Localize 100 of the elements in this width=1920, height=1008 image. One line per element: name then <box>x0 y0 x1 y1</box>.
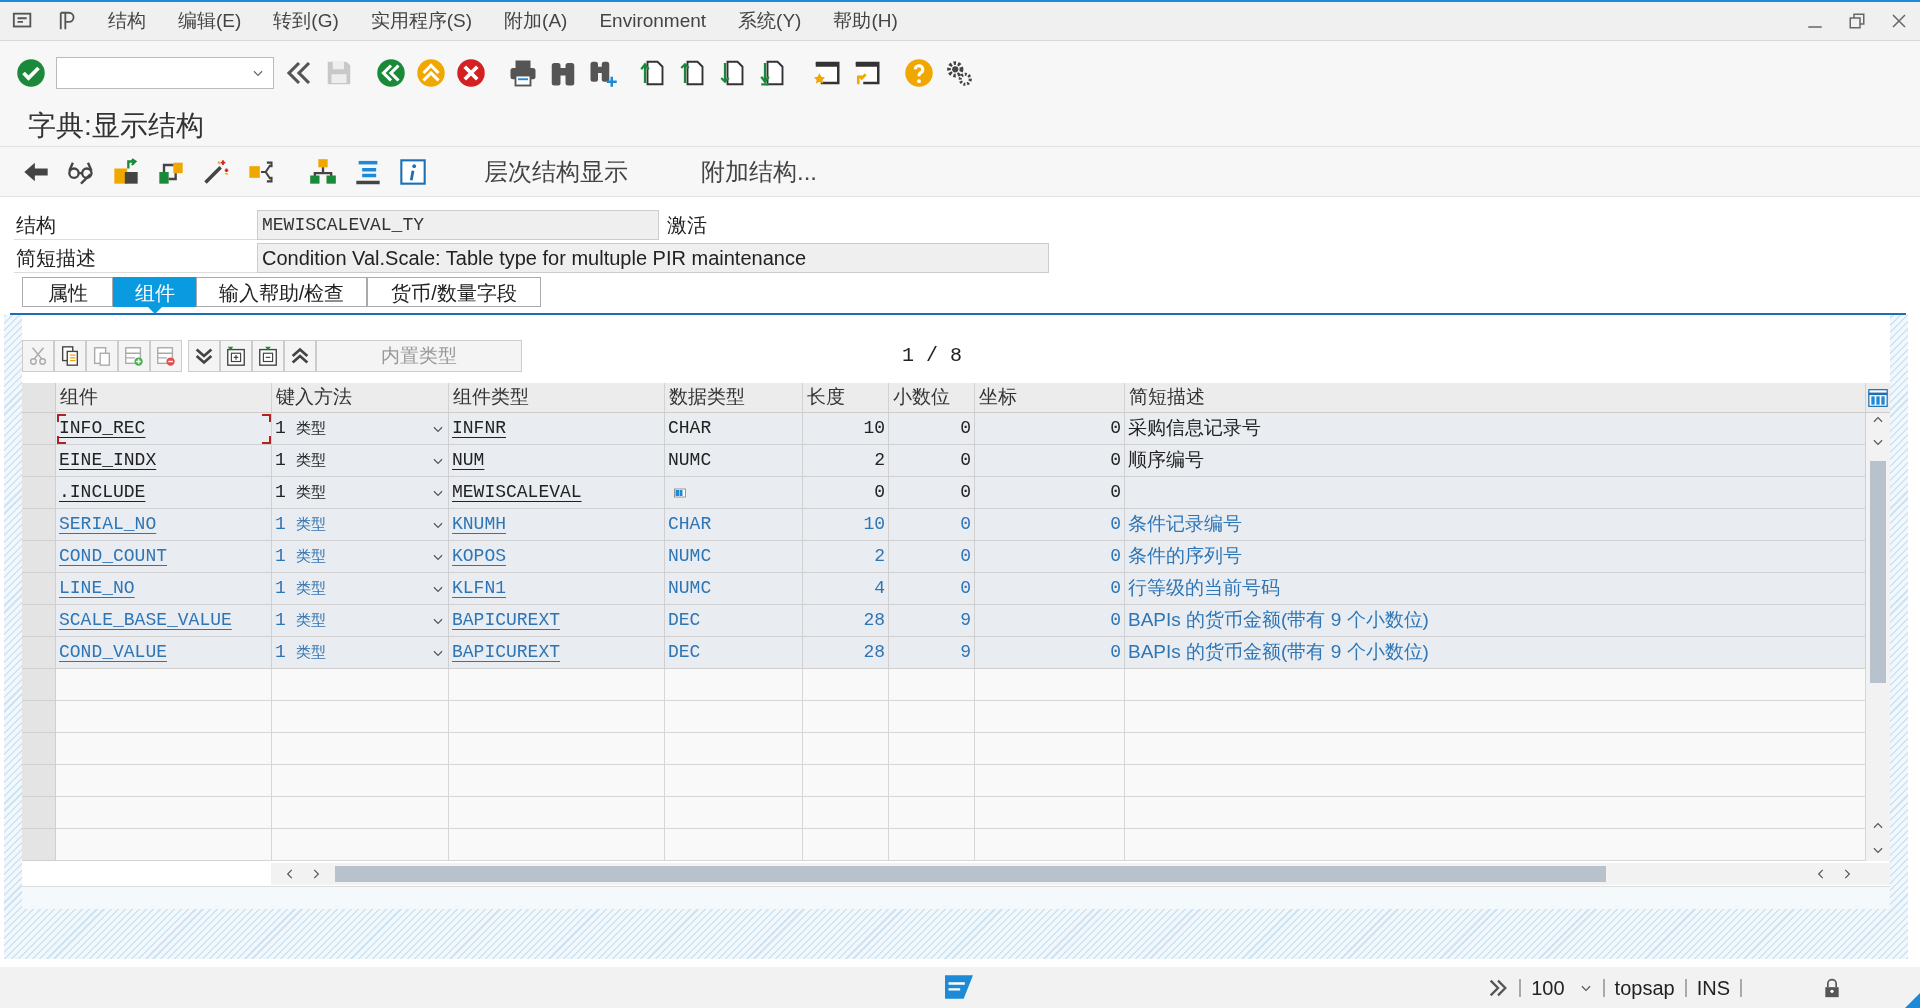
magic-wand-icon[interactable] <box>202 157 230 186</box>
collapse-all-button[interactable] <box>284 340 316 372</box>
expand-node-button[interactable] <box>220 340 252 372</box>
menu-item[interactable]: 系统(Y) <box>734 6 806 36</box>
info-icon[interactable] <box>399 157 427 186</box>
table-row[interactable]: INFO_REC 1 类型 INFNR CHAR 10 0 0 采购信息记录号 <box>22 413 1866 445</box>
column-header[interactable]: 键入方法 <box>276 383 352 412</box>
table-cell-text: 类型 <box>295 482 326 503</box>
column-header[interactable]: 坐标 <box>979 383 1017 412</box>
table-cell-text: BAPIs 的货币金额(带有 9 个小数位) <box>1128 640 1429 665</box>
table-cell-text: 0 <box>1110 641 1121 664</box>
table-cell-text: 条件记录编号 <box>1128 512 1242 537</box>
table-cell-text: 0 <box>960 545 971 568</box>
component-type-link[interactable]: INFNR <box>452 415 506 442</box>
component-link[interactable]: INFO_REC <box>59 415 146 442</box>
table-cell-text: 类型 <box>295 546 326 567</box>
print-icon[interactable] <box>508 58 538 88</box>
restore-icon[interactable] <box>1848 12 1866 30</box>
column-header[interactable]: 组件类型 <box>453 383 529 412</box>
component-link[interactable]: COND_COUNT <box>59 543 168 570</box>
table-cell-text: CHAR <box>668 513 712 536</box>
component-type-link[interactable]: BAPICUREXT <box>452 607 561 634</box>
component-type-link[interactable]: BAPICUREXT <box>452 639 561 666</box>
tab[interactable]: 属性 <box>22 277 113 307</box>
column-header[interactable]: 组件 <box>60 383 98 412</box>
menu-item[interactable]: 转到(G) <box>269 6 343 36</box>
scrollbar-thumb[interactable] <box>1870 461 1886 683</box>
table-cell-text: 0 <box>1110 513 1121 536</box>
table-row[interactable]: .INCLUDE 1 类型 MEWISCALEVAL 0 0 0 <box>22 477 1866 509</box>
zoom-level[interactable]: 100 <box>1531 972 1565 1003</box>
component-type-link[interactable]: KNUMH <box>452 511 506 538</box>
swap-objects-icon[interactable] <box>112 157 140 186</box>
table-cell-text: 顺序编号 <box>1128 448 1204 473</box>
menu-item[interactable]: 帮助(H) <box>829 6 902 36</box>
table-cell-text: DEC <box>668 609 701 632</box>
check-icon[interactable] <box>16 58 46 88</box>
table-row[interactable]: SCALE_BASE_VALUE 1 类型 BAPICUREXT DEC 28 9 0 BAPIs 的货币金额(带有 9 个小数位) <box>22 605 1866 637</box>
component-link[interactable]: COND_VALUE <box>59 639 168 666</box>
table-cell-text: 1 <box>275 449 286 472</box>
component-type-link[interactable]: NUM <box>452 447 485 474</box>
table-cell-text: NUMC <box>668 577 712 600</box>
vertical-scrollbar[interactable] <box>1866 413 1890 861</box>
component-type-link[interactable]: KOPOS <box>452 543 506 570</box>
toolbar-text-button[interactable]: 层次结构显示 <box>468 153 644 190</box>
component-link[interactable]: EINE_INDX <box>59 447 157 474</box>
command-field[interactable] <box>56 57 274 89</box>
lock-icon[interactable] <box>1822 976 1842 999</box>
copy-button[interactable] <box>54 340 86 372</box>
component-link[interactable]: LINE_NO <box>59 575 135 602</box>
table-cell-text: 类型 <box>295 514 326 535</box>
table-cell-text: 类型 <box>295 610 326 631</box>
table-cell-text: 0 <box>960 449 971 472</box>
component-type-link[interactable]: KLFN1 <box>452 575 506 602</box>
toolbar-text-button[interactable]: 附加结构... <box>685 153 833 190</box>
table-cell-text: 0 <box>960 577 971 600</box>
column-header[interactable]: 简短描述 <box>1129 383 1205 412</box>
table-row[interactable]: SERIAL_NO 1 类型 KNUMH CHAR 10 0 0 条件记录编号 <box>22 509 1866 541</box>
cut-icon <box>27 345 49 367</box>
table-cell-text: 2 <box>874 449 885 472</box>
column-header[interactable]: 小数位 <box>893 383 950 412</box>
table-row[interactable]: LINE_NO 1 类型 KLFN1 NUMC 4 0 0 行等级的当前号码 <box>22 573 1866 605</box>
menu-item[interactable]: 编辑(E) <box>174 6 246 36</box>
collapse-node-icon <box>257 345 279 367</box>
component-link[interactable]: SCALE_BASE_VALUE <box>59 607 232 634</box>
component-type-link[interactable]: MEWISCALEVAL <box>452 479 582 506</box>
column-header[interactable]: 长度 <box>807 383 845 412</box>
table-row[interactable]: COND_COUNT 1 类型 KOPOS NUMC 2 0 0 条件的序列号 <box>22 541 1866 573</box>
delete-row-button[interactable] <box>150 340 182 372</box>
scrollbar-thumb[interactable] <box>335 865 1607 882</box>
expand-all-button[interactable] <box>188 340 220 372</box>
back-icon[interactable] <box>376 58 406 88</box>
menu-item[interactable]: 附加(A) <box>500 6 572 36</box>
tab[interactable]: 货币/数量字段 <box>367 277 541 307</box>
input-mode: INS <box>1696 975 1730 1001</box>
horizontal-scrollbar[interactable] <box>271 862 1890 885</box>
table-cell-text: 0 <box>1110 609 1121 632</box>
table-cell-text: 类型 <box>295 418 326 439</box>
table-row[interactable]: EINE_INDX 1 类型 NUM NUMC 2 0 0 顺序编号 <box>22 445 1866 477</box>
cancel-icon[interactable] <box>456 58 486 88</box>
insert-row-button[interactable] <box>118 340 150 372</box>
table-cell-text: 类型 <box>295 450 326 471</box>
column-header[interactable]: 数据类型 <box>669 383 745 412</box>
table-row[interactable]: COND_VALUE 1 类型 BAPICUREXT DEC 28 9 0 BAPIs 的货币金额(带有 9 个小数位) <box>22 637 1866 669</box>
structure-field[interactable]: MEWISCALEVAL_TY <box>257 210 659 240</box>
component-link[interactable]: SERIAL_NO <box>59 511 157 538</box>
table-cell-text: 0 <box>1110 577 1121 600</box>
short-description-field[interactable]: Condition Val.Scale: Table type for multuple PIR maintenance <box>257 243 1049 273</box>
paste-icon <box>91 345 113 367</box>
menu-item[interactable]: 实用程序(S) <box>366 6 477 36</box>
table-cell-text: 1 <box>275 641 286 664</box>
hierarchy-icon[interactable] <box>309 157 337 186</box>
menu-item[interactable]: 结构 <box>104 6 150 36</box>
table-cell-text: 1 <box>275 417 286 440</box>
tab[interactable]: 输入帮助/检查 <box>196 277 367 307</box>
settings-icon[interactable] <box>944 58 974 88</box>
menu-item[interactable]: Environment <box>595 6 711 36</box>
component-link[interactable]: .INCLUDE <box>59 479 146 506</box>
close-icon[interactable] <box>1890 12 1908 30</box>
collapse-node-button[interactable] <box>252 340 284 372</box>
column-settings-icon[interactable] <box>1868 387 1888 408</box>
